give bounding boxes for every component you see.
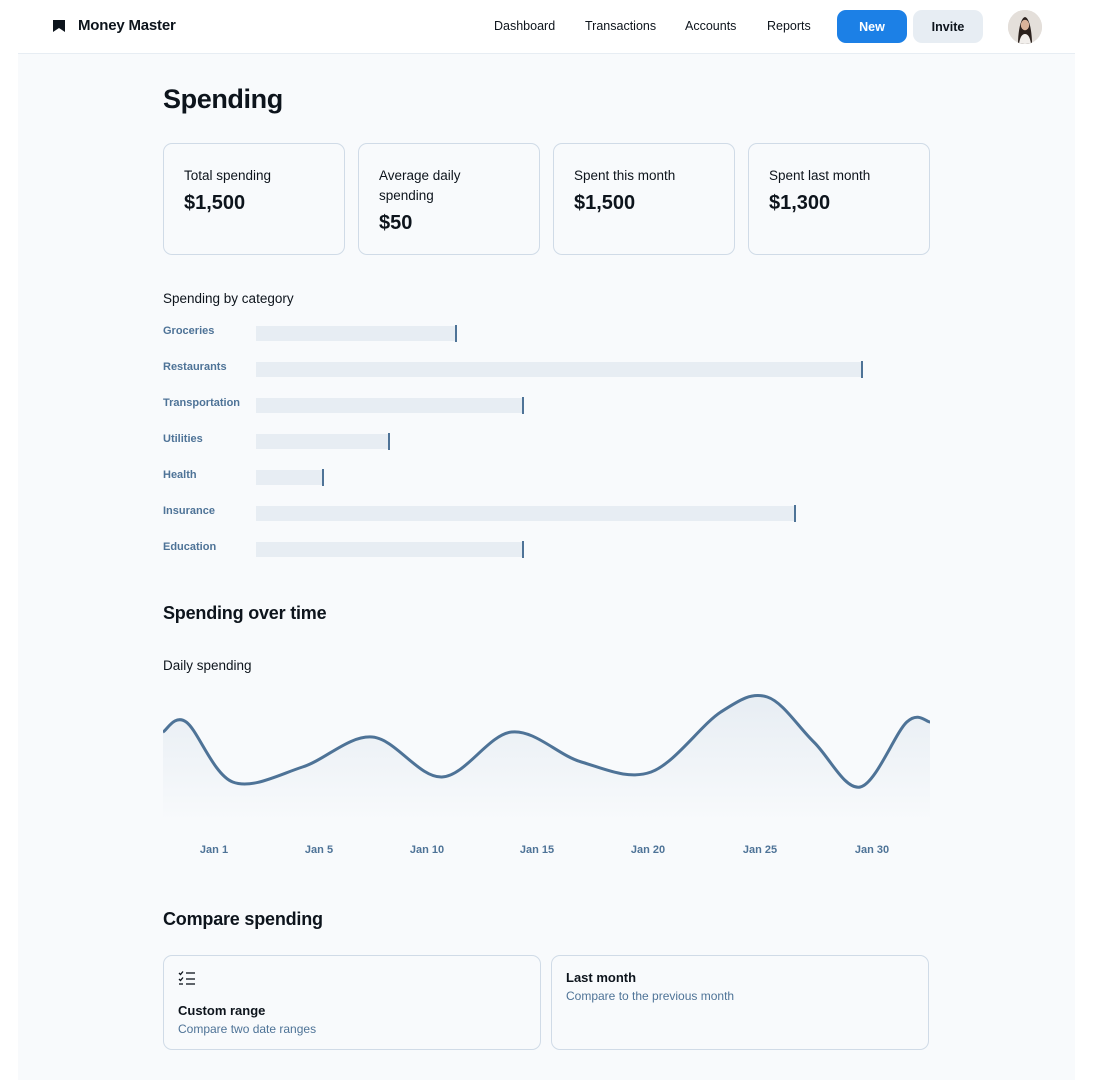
avatar[interactable] [1008, 10, 1042, 44]
category-bar [256, 469, 324, 486]
stat-label: Spent this month [574, 168, 676, 183]
category-bar [256, 325, 457, 342]
category-label: Transportation [163, 397, 241, 409]
avatar-image [1008, 10, 1042, 44]
compare-card-last-month[interactable]: Last month Compare to the previous month [551, 955, 929, 1050]
daily-spending-chart [163, 693, 930, 822]
category-bar-marker [794, 505, 796, 522]
x-tick-label: Jan 1 [199, 844, 229, 856]
category-row: Insurance [163, 504, 883, 522]
category-row: Education [163, 540, 883, 558]
compare-card-desc: Compare to the previous month [566, 989, 735, 1003]
category-label: Groceries [163, 325, 215, 337]
compare-card-desc: Compare two date ranges [178, 1022, 317, 1036]
stat-label: Spent last month [769, 168, 871, 183]
stat-value: $50 [379, 212, 413, 234]
compare-card-custom-range[interactable]: Custom range Compare two date ranges [163, 955, 541, 1050]
x-tick-label: Jan 5 [304, 844, 334, 856]
category-bar-marker [388, 433, 390, 450]
compare-card-title: Custom range [178, 1003, 266, 1018]
stat-value: $1,300 [769, 192, 831, 214]
category-section-title: Spending by category [163, 291, 294, 306]
page-title: Spending [163, 84, 283, 114]
category-row: Restaurants [163, 360, 883, 378]
category-bar [256, 505, 796, 522]
stat-card-total: Total spending $1,500 [163, 143, 345, 255]
x-tick-label: Jan 10 [409, 844, 445, 856]
chart-subtitle: Daily spending [163, 658, 252, 673]
over-time-heading: Spending over time [163, 603, 327, 623]
stat-value: $1,500 [574, 192, 636, 214]
category-label: Utilities [163, 433, 203, 445]
nav-dashboard[interactable]: Dashboard [494, 19, 555, 33]
invite-button[interactable]: Invite [913, 10, 983, 43]
chart-area-fill [163, 695, 930, 822]
category-bar [256, 397, 524, 414]
category-bar-marker [455, 325, 457, 342]
stat-card-average: Average daily spending $50 [358, 143, 540, 255]
stat-label: Average daily spending [379, 168, 461, 203]
x-tick-label: Jan 25 [742, 844, 778, 856]
app-frame: Money Master Dashboard Transactions Acco… [18, 0, 1075, 1080]
category-row: Health [163, 468, 883, 486]
stat-card-last-month: Spent last month $1,300 [748, 143, 930, 255]
compare-heading: Compare spending [163, 909, 323, 929]
nav-accounts[interactable]: Accounts [685, 19, 736, 33]
nav-transactions[interactable]: Transactions [585, 19, 656, 33]
list-checks-icon [178, 971, 195, 985]
stat-label: Total spending [184, 168, 272, 183]
x-tick-label: Jan 30 [854, 844, 890, 856]
category-bar-marker [322, 469, 324, 486]
stat-card-this-month: Spent this month $1,500 [553, 143, 735, 255]
category-bar [256, 541, 524, 558]
category-bar-marker [861, 361, 863, 378]
brand[interactable]: Money Master [52, 17, 176, 34]
category-row: Transportation [163, 396, 883, 414]
category-bar [256, 433, 390, 450]
app-name: Money Master [78, 17, 176, 34]
category-bar-marker [522, 541, 524, 558]
category-label: Restaurants [163, 361, 227, 373]
category-bar [256, 361, 863, 378]
nav-reports[interactable]: Reports [767, 19, 811, 33]
logo-icon [53, 19, 65, 32]
category-label: Education [163, 541, 217, 553]
x-tick-label: Jan 20 [630, 844, 666, 856]
top-bar: Money Master Dashboard Transactions Acco… [18, 0, 1075, 54]
category-bar-marker [522, 397, 524, 414]
category-row: Utilities [163, 432, 883, 450]
category-label: Insurance [163, 505, 215, 517]
compare-card-title: Last month [566, 970, 637, 985]
category-label: Health [163, 469, 197, 481]
x-tick-label: Jan 15 [519, 844, 555, 856]
stat-value: $1,500 [184, 192, 246, 214]
category-row: Groceries [163, 324, 883, 342]
new-button[interactable]: New [837, 10, 907, 43]
